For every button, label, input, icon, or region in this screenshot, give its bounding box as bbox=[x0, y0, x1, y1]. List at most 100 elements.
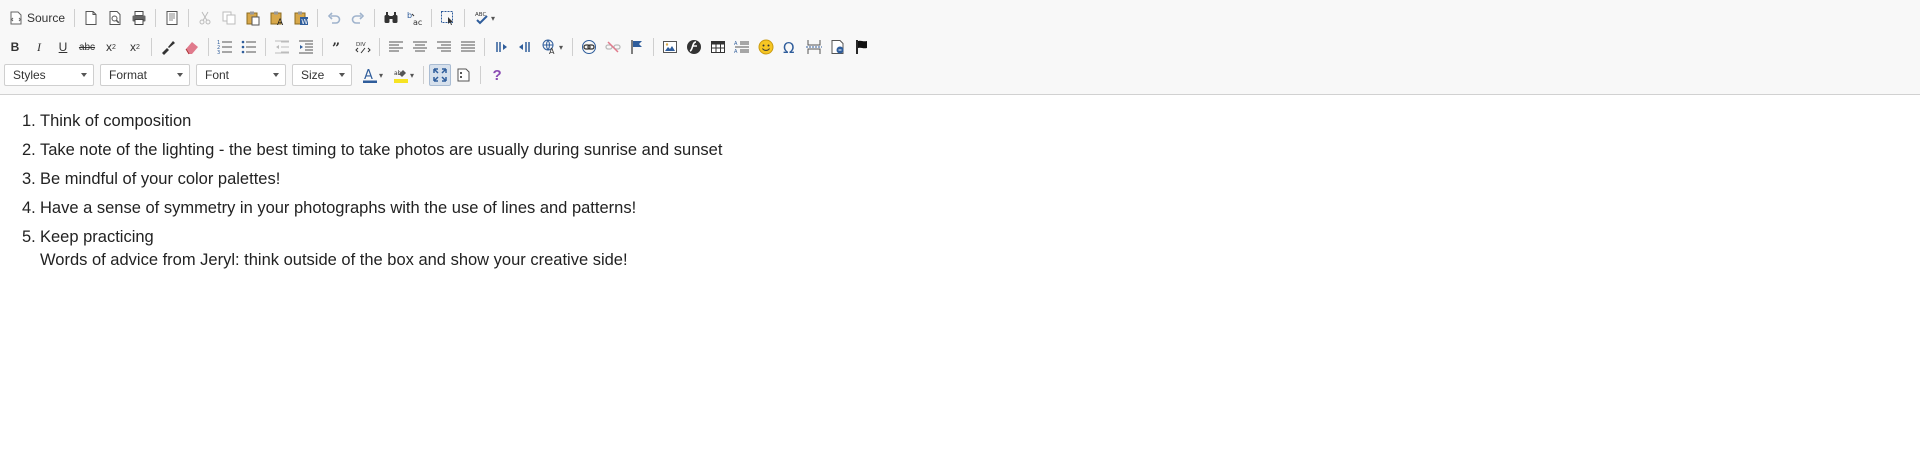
list-item-number: 2. bbox=[22, 141, 36, 159]
chevron-down-icon bbox=[177, 73, 183, 77]
font-dropdown[interactable]: Font bbox=[196, 64, 286, 86]
italic-button[interactable]: I bbox=[28, 36, 50, 58]
templates-icon bbox=[166, 11, 178, 25]
source-button[interactable]: Source bbox=[4, 7, 69, 29]
bulleted-list-icon bbox=[241, 40, 256, 54]
flash-button[interactable] bbox=[683, 36, 705, 58]
list-item: 5. Keep practicing Words of advice from Je… bbox=[22, 226, 722, 271]
svg-text:A: A bbox=[734, 41, 738, 47]
remove-format-button[interactable] bbox=[181, 36, 203, 58]
templates-button[interactable] bbox=[161, 7, 183, 29]
replace-button[interactable]: b ac bbox=[404, 7, 426, 29]
outdent-button[interactable] bbox=[271, 36, 293, 58]
chevron-down-icon bbox=[273, 73, 279, 77]
smiley-icon bbox=[758, 39, 774, 55]
separator bbox=[374, 9, 376, 27]
list-item-text: Have a sense of symmetry in your photogr… bbox=[40, 199, 637, 217]
editor-content-area[interactable]: 1. Think of composition 2. Take note of th… bbox=[0, 96, 1920, 467]
text-direction-ltr-icon bbox=[496, 42, 507, 52]
align-right-button[interactable] bbox=[433, 36, 455, 58]
horizontal-line-icon: AA bbox=[734, 41, 750, 55]
bulleted-list-button[interactable] bbox=[238, 36, 260, 58]
styles-dropdown[interactable]: Styles bbox=[4, 64, 94, 86]
svg-text:A: A bbox=[277, 18, 284, 26]
replace-icon: bac bbox=[407, 11, 422, 26]
strikethrough-button[interactable]: abc bbox=[76, 36, 98, 58]
unlink-icon bbox=[605, 41, 621, 53]
list-item-number: 3. bbox=[22, 170, 36, 188]
create-div-button[interactable]: DIV bbox=[352, 36, 374, 58]
align-left-button[interactable] bbox=[385, 36, 407, 58]
bold-button[interactable]: B bbox=[4, 36, 26, 58]
new-page-button[interactable] bbox=[80, 7, 102, 29]
maximize-button[interactable] bbox=[429, 64, 452, 86]
preview-button[interactable] bbox=[104, 7, 126, 29]
separator bbox=[484, 38, 485, 56]
spellcheck-button[interactable]: ABC ▾ bbox=[470, 7, 499, 29]
help-button[interactable]: ? bbox=[486, 64, 508, 86]
background-color-button[interactable]: ab ▾ bbox=[389, 64, 418, 86]
separator bbox=[265, 38, 266, 56]
ltr-direction-button[interactable] bbox=[490, 36, 512, 58]
separator bbox=[208, 38, 209, 56]
justify-button[interactable] bbox=[457, 36, 479, 58]
paste-text-button[interactable]: A bbox=[266, 7, 288, 29]
outdent-icon bbox=[275, 40, 289, 54]
align-left-icon bbox=[389, 41, 403, 52]
undo-icon bbox=[327, 12, 341, 24]
anchor-button[interactable] bbox=[626, 36, 648, 58]
cut-button[interactable] bbox=[194, 7, 216, 29]
select-all-button[interactable] bbox=[437, 7, 459, 29]
quote-icon: ” bbox=[332, 41, 340, 55]
paintbrush-icon bbox=[162, 41, 175, 55]
page-break-button[interactable] bbox=[803, 36, 825, 58]
iframe-button[interactable] bbox=[827, 36, 849, 58]
flag-button[interactable] bbox=[851, 36, 873, 58]
bold-label: B bbox=[10, 40, 20, 54]
show-blocks-button[interactable] bbox=[453, 64, 475, 86]
format-dropdown[interactable]: Format bbox=[100, 64, 190, 86]
blockquote-button[interactable]: ” bbox=[328, 36, 350, 58]
undo-button[interactable] bbox=[323, 7, 345, 29]
text-color-button[interactable]: A ▾ bbox=[358, 64, 387, 86]
link-button[interactable] bbox=[578, 36, 600, 58]
underline-label: U bbox=[58, 40, 68, 54]
size-dropdown[interactable]: Size bbox=[292, 64, 352, 86]
svg-text:DIV: DIV bbox=[356, 42, 366, 48]
align-center-button[interactable] bbox=[409, 36, 431, 58]
preview-icon bbox=[109, 11, 121, 25]
list-item-text: Think of composition bbox=[40, 112, 192, 130]
text-color-icon: A bbox=[363, 68, 377, 83]
div-container-icon: DIV bbox=[355, 42, 371, 54]
print-button[interactable] bbox=[128, 7, 150, 29]
paste-button[interactable] bbox=[242, 7, 264, 29]
background-color-icon: ab bbox=[394, 70, 409, 83]
language-button[interactable]: A ▾ bbox=[538, 36, 567, 58]
table-button[interactable] bbox=[707, 36, 729, 58]
paste-from-word-button[interactable]: W bbox=[290, 7, 312, 29]
copy-formatting-button[interactable] bbox=[157, 36, 179, 58]
special-char-button[interactable]: Ω bbox=[779, 36, 801, 58]
list-item-number: 5. bbox=[22, 228, 36, 246]
smiley-button[interactable] bbox=[755, 36, 777, 58]
help-icon: ? bbox=[492, 66, 502, 84]
subscript-button[interactable]: x2 bbox=[100, 36, 122, 58]
horizontal-rule-button[interactable]: AA bbox=[731, 36, 753, 58]
superscript-button[interactable]: x2 bbox=[124, 36, 146, 58]
find-button[interactable] bbox=[380, 7, 402, 29]
redo-icon bbox=[351, 12, 365, 24]
list-item-text: Take note of the lighting - the best tim… bbox=[40, 141, 723, 159]
copy-button[interactable] bbox=[218, 7, 240, 29]
rtl-direction-button[interactable] bbox=[514, 36, 536, 58]
indent-button[interactable] bbox=[295, 36, 317, 58]
redo-button[interactable] bbox=[347, 7, 369, 29]
numbered-list-button[interactable]: 123 bbox=[214, 36, 236, 58]
underline-button[interactable]: U bbox=[52, 36, 74, 58]
svg-text:b: b bbox=[407, 11, 412, 20]
cut-icon bbox=[199, 11, 211, 25]
image-button[interactable] bbox=[659, 36, 681, 58]
show-blocks-icon bbox=[457, 68, 470, 82]
maximize-icon bbox=[433, 68, 447, 82]
eraser-icon bbox=[185, 42, 198, 55]
unlink-button[interactable] bbox=[602, 36, 624, 58]
